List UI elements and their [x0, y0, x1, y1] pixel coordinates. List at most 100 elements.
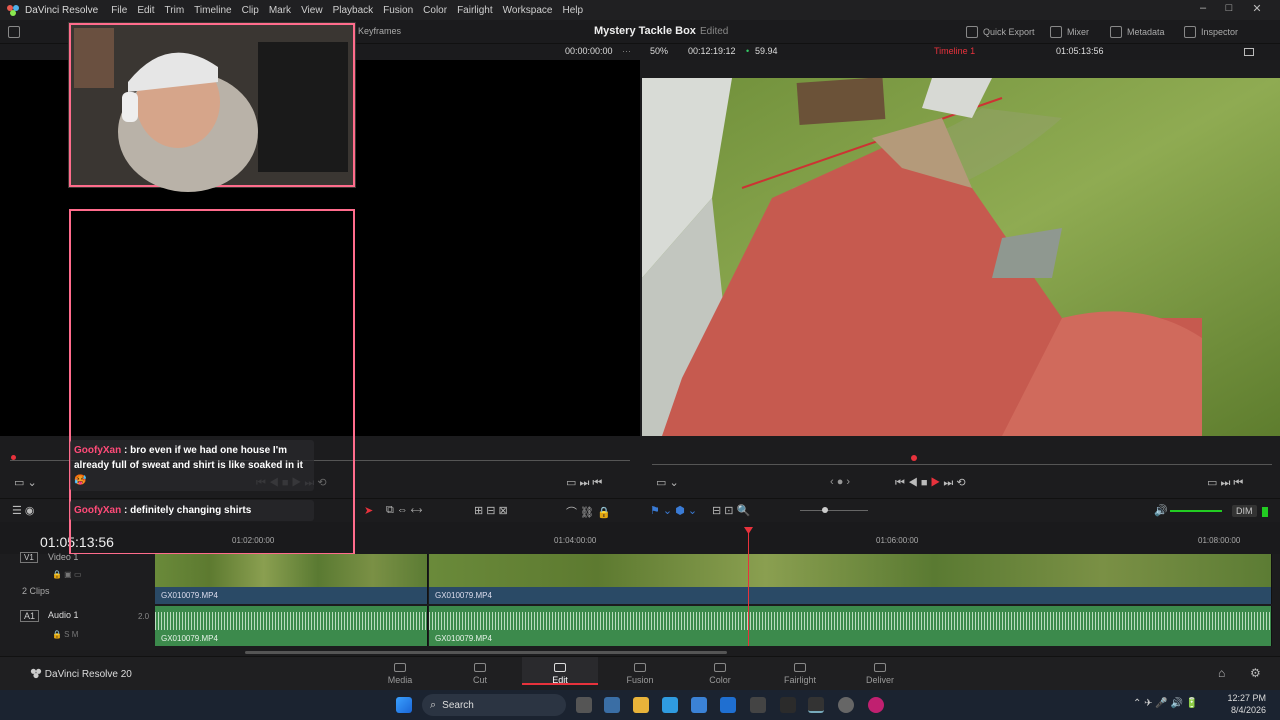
timeline-ruler[interactable]	[0, 522, 1280, 554]
clip-thumbnails	[155, 554, 427, 587]
edge-icon[interactable]	[662, 697, 678, 713]
volume-slider[interactable]	[1170, 510, 1222, 512]
task-view-icon[interactable]	[576, 697, 592, 713]
maximize-button[interactable]: □	[1216, 2, 1242, 14]
flag-icon[interactable]: ⚑ ⌄ ⬢ ⌄	[650, 504, 697, 517]
menu-workspace[interactable]: Workspace	[498, 5, 558, 16]
insert-tools-icon[interactable]: ⊞ ⊟ ⊠	[474, 504, 508, 517]
audio-clip[interactable]: GX010079.MP4	[429, 606, 1272, 646]
quick-export-button[interactable]: Quick Export	[966, 26, 1035, 38]
copilot-icon[interactable]	[604, 697, 620, 713]
tab-color[interactable]: Color	[690, 663, 750, 685]
inspector-icon	[1184, 26, 1196, 38]
audio-track-controls-icon[interactable]: 🔒 S M	[52, 630, 78, 639]
dim-button[interactable]: DIM	[1232, 505, 1257, 517]
close-button[interactable]: ✕	[1244, 2, 1270, 15]
mail-icon[interactable]	[720, 697, 736, 713]
obs-icon[interactable]	[838, 697, 854, 713]
video-track-controls-icon[interactable]: 🔒 ▣ ▭	[52, 570, 82, 579]
timeline-scrubber[interactable]	[652, 464, 1272, 465]
tab-cut[interactable]: Cut	[450, 663, 510, 685]
tab-deliver[interactable]: Deliver	[850, 663, 910, 685]
minimize-button[interactable]: –	[1190, 2, 1216, 14]
volume-icon[interactable]: 🔊	[1154, 504, 1168, 517]
source-playhead[interactable]	[11, 455, 16, 460]
menu-fusion[interactable]: Fusion	[378, 5, 418, 16]
store-icon[interactable]	[691, 697, 707, 713]
source-loop-icon[interactable]: ▭ ⏭ ⏮	[566, 476, 602, 490]
windows-taskbar: ⌕ Search ⌃ ✈ 🎤 🔊 🔋 12:27 PM 8/4/2026	[0, 690, 1280, 720]
record-timecode: 01:05:13:56	[1056, 46, 1104, 56]
selection-tool-icon[interactable]: ➤	[364, 504, 373, 517]
keyframes-button[interactable]: Keyframes	[358, 26, 401, 36]
settings-gear-icon[interactable]: ⚙	[1250, 666, 1261, 680]
tab-fairlight[interactable]: Fairlight	[770, 663, 830, 685]
more-options-icon[interactable]: ···	[622, 46, 631, 56]
menu-fairlight[interactable]: Fairlight	[452, 5, 498, 16]
home-icon[interactable]: ⌂	[1218, 666, 1225, 680]
mixer-button[interactable]: Mixer	[1050, 26, 1089, 38]
zoom-tools-icon[interactable]: ⊟ ⊡ 🔍	[712, 504, 750, 517]
fullscreen-icon[interactable]	[1244, 48, 1254, 56]
menu-edit[interactable]: Edit	[132, 5, 159, 16]
tab-edit[interactable]: Edit	[522, 657, 598, 685]
menu-view[interactable]: View	[296, 5, 328, 16]
audio-clip[interactable]: GX010079.MP4	[155, 606, 428, 646]
tray-icons[interactable]: ⌃ ✈ 🎤 🔊 🔋	[1133, 698, 1198, 709]
snapping-icon[interactable]: ⌒ ⛓ 🔒	[566, 504, 611, 520]
timeline-viewer[interactable]	[642, 78, 1280, 436]
timeline-layout-icon[interactable]: ☰ ◉	[12, 504, 35, 517]
zoom-slider[interactable]	[800, 510, 868, 511]
source-view-options-icon[interactable]: ▭ ⌄	[14, 476, 37, 489]
jog-control[interactable]: ‹ ● ›	[830, 476, 850, 488]
audio-track-id[interactable]: A1	[20, 610, 40, 622]
start-icon[interactable]	[396, 697, 412, 713]
media-pool-icon[interactable]	[8, 26, 20, 38]
metadata-button[interactable]: Metadata	[1110, 26, 1165, 38]
clock-date[interactable]: 8/4/2026	[1226, 705, 1266, 715]
brand-label: DaVinci Resolve 20	[44, 669, 132, 680]
menu-file[interactable]: File	[106, 5, 132, 16]
timeline-view-options-icon[interactable]: ▭ ⌄	[656, 476, 679, 489]
menu-trim[interactable]: Trim	[160, 5, 190, 16]
inspector-button[interactable]: Inspector	[1184, 26, 1238, 38]
menu-help[interactable]: Help	[557, 5, 588, 16]
opera-icon[interactable]	[868, 697, 884, 713]
video-clip[interactable]: GX010079.MP4	[429, 554, 1272, 604]
zoom-slider-handle[interactable]	[822, 507, 828, 513]
terminal-icon[interactable]	[780, 697, 796, 713]
audio-waveform	[429, 612, 1271, 630]
track-headers: V1 Video 1 🔒 ▣ ▭ 2 Clips A1 Audio 1 2.0 …	[0, 552, 155, 650]
chat-message: GoofyXan : definitely changing shirts	[70, 500, 314, 521]
clock-time[interactable]: 12:27 PM	[1226, 693, 1266, 703]
tab-label: Fairlight	[783, 675, 816, 685]
davinci-taskbar-icon[interactable]	[808, 697, 824, 713]
taskbar-search[interactable]: ⌕ Search	[422, 694, 566, 716]
timeline-playhead[interactable]	[748, 528, 749, 646]
project-status: Edited	[700, 26, 729, 37]
timeline-loop-icon[interactable]: ▭ ⏭ ⏮	[1207, 476, 1243, 490]
timeline-viewer-playhead[interactable]	[911, 455, 917, 461]
timeline-scrollbar[interactable]	[245, 651, 727, 654]
menu-mark[interactable]: Mark	[264, 5, 296, 16]
video-track-id[interactable]: V1	[20, 552, 38, 563]
timeline-name[interactable]: Timeline 1	[934, 46, 975, 56]
menu-clip[interactable]: Clip	[237, 5, 264, 16]
source-viewer[interactable]	[0, 60, 640, 436]
file-explorer-icon[interactable]	[633, 697, 649, 713]
tab-fusion[interactable]: Fusion	[610, 663, 670, 685]
menu-timeline[interactable]: Timeline	[189, 5, 236, 16]
timeline-transport[interactable]: ⏮ ◀ ■ ▶ ⏭ ⟲	[895, 476, 966, 490]
video-clip[interactable]: GX010079.MP4	[155, 554, 428, 604]
tab-label: Color	[709, 675, 731, 685]
menu-playback[interactable]: Playback	[328, 5, 379, 16]
edit-tools-icon[interactable]: ⧉ ⇔ ⟷	[386, 504, 422, 517]
inspector-label: Inspector	[1201, 27, 1239, 37]
fps-dot-icon: •	[746, 46, 750, 56]
app-icon[interactable]	[750, 697, 766, 713]
mixer-icon	[1050, 26, 1062, 38]
menu-color[interactable]: Color	[418, 5, 452, 16]
tab-media[interactable]: Media	[370, 663, 430, 685]
zoom-select[interactable]: 50%	[650, 46, 668, 56]
clip-name: GX010079.MP4	[161, 634, 218, 643]
